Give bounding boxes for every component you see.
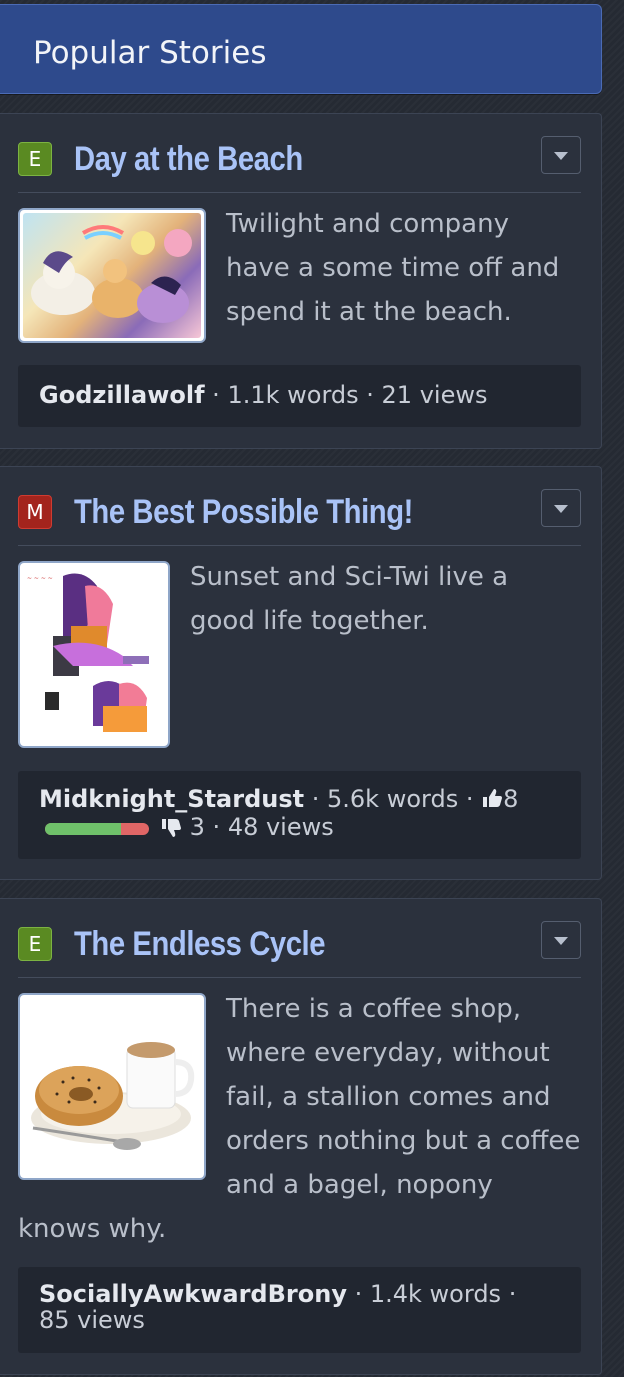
word-count: 5.6k words [327,785,459,813]
view-count: 21 views [381,381,488,409]
story-description: Twilight and company have a some time of… [226,209,560,327]
story-title-link[interactable]: The Best Possible Thing! [74,489,413,535]
story-meta: Midknight_Stardust · 5.6k words · 8 3 · … [18,771,581,859]
word-count: 1.1k words [227,381,359,409]
story-meta: SociallyAwkwardBrony · 1.4k words · 85 v… [18,1267,581,1353]
story-description: Sunset and Sci-Twi live a good life toge… [190,562,509,636]
rating-badge-mature: M [18,495,52,529]
rating-badge-everyone: E [18,927,52,961]
rating-bar-likes [45,823,121,835]
like-count: 8 [503,785,519,813]
story-description: There is a coffee shop, where everyday, … [18,994,581,1244]
beach-illustration [31,225,192,323]
story-cover-image[interactable]: ~ ~ ~ ~ [18,561,170,748]
story-cover-image[interactable] [18,208,206,343]
thumbs-down-icon[interactable] [160,817,182,839]
rating-bar [45,823,149,835]
story-card: E Day at the Beach Twilight and company … [0,113,602,449]
story-options-dropdown[interactable] [541,489,581,527]
story-card: M The Best Possible Thing! ~ ~ ~ ~ Sunse… [0,466,602,880]
story-header: E The Endless Cycle [18,921,581,978]
story-title-link[interactable]: Day at the Beach [74,136,303,182]
rating-badge-everyone: E [18,142,52,176]
story-card: E The Endless Cycle There is a coffee sh… [0,898,602,1375]
story-options-dropdown[interactable] [541,136,581,174]
author-link[interactable]: SociallyAwkwardBrony [39,1280,347,1308]
section-title: Popular Stories [33,35,267,71]
story-header: E Day at the Beach [18,136,581,193]
story-header: M The Best Possible Thing! [18,489,581,546]
couple-illustration: ~ ~ ~ ~ [27,573,149,732]
view-count: 48 views [227,813,334,841]
story-meta: Godzillawolf · 1.1k words · 21 views [18,365,581,427]
word-count: 1.4k words [369,1280,502,1308]
author-link[interactable]: Godzillawolf [39,381,205,409]
view-count: 85 views [39,1306,145,1334]
author-link[interactable]: Midknight_Stardust [39,785,304,813]
popular-stories-header: Popular Stories [0,4,602,94]
thumbs-up-icon[interactable] [481,787,503,809]
story-options-dropdown[interactable] [541,921,581,959]
story-title-link[interactable]: The Endless Cycle [74,921,326,967]
dislike-count: 3 [189,813,205,841]
svg-text:~ ~ ~ ~: ~ ~ ~ ~ [27,575,53,582]
